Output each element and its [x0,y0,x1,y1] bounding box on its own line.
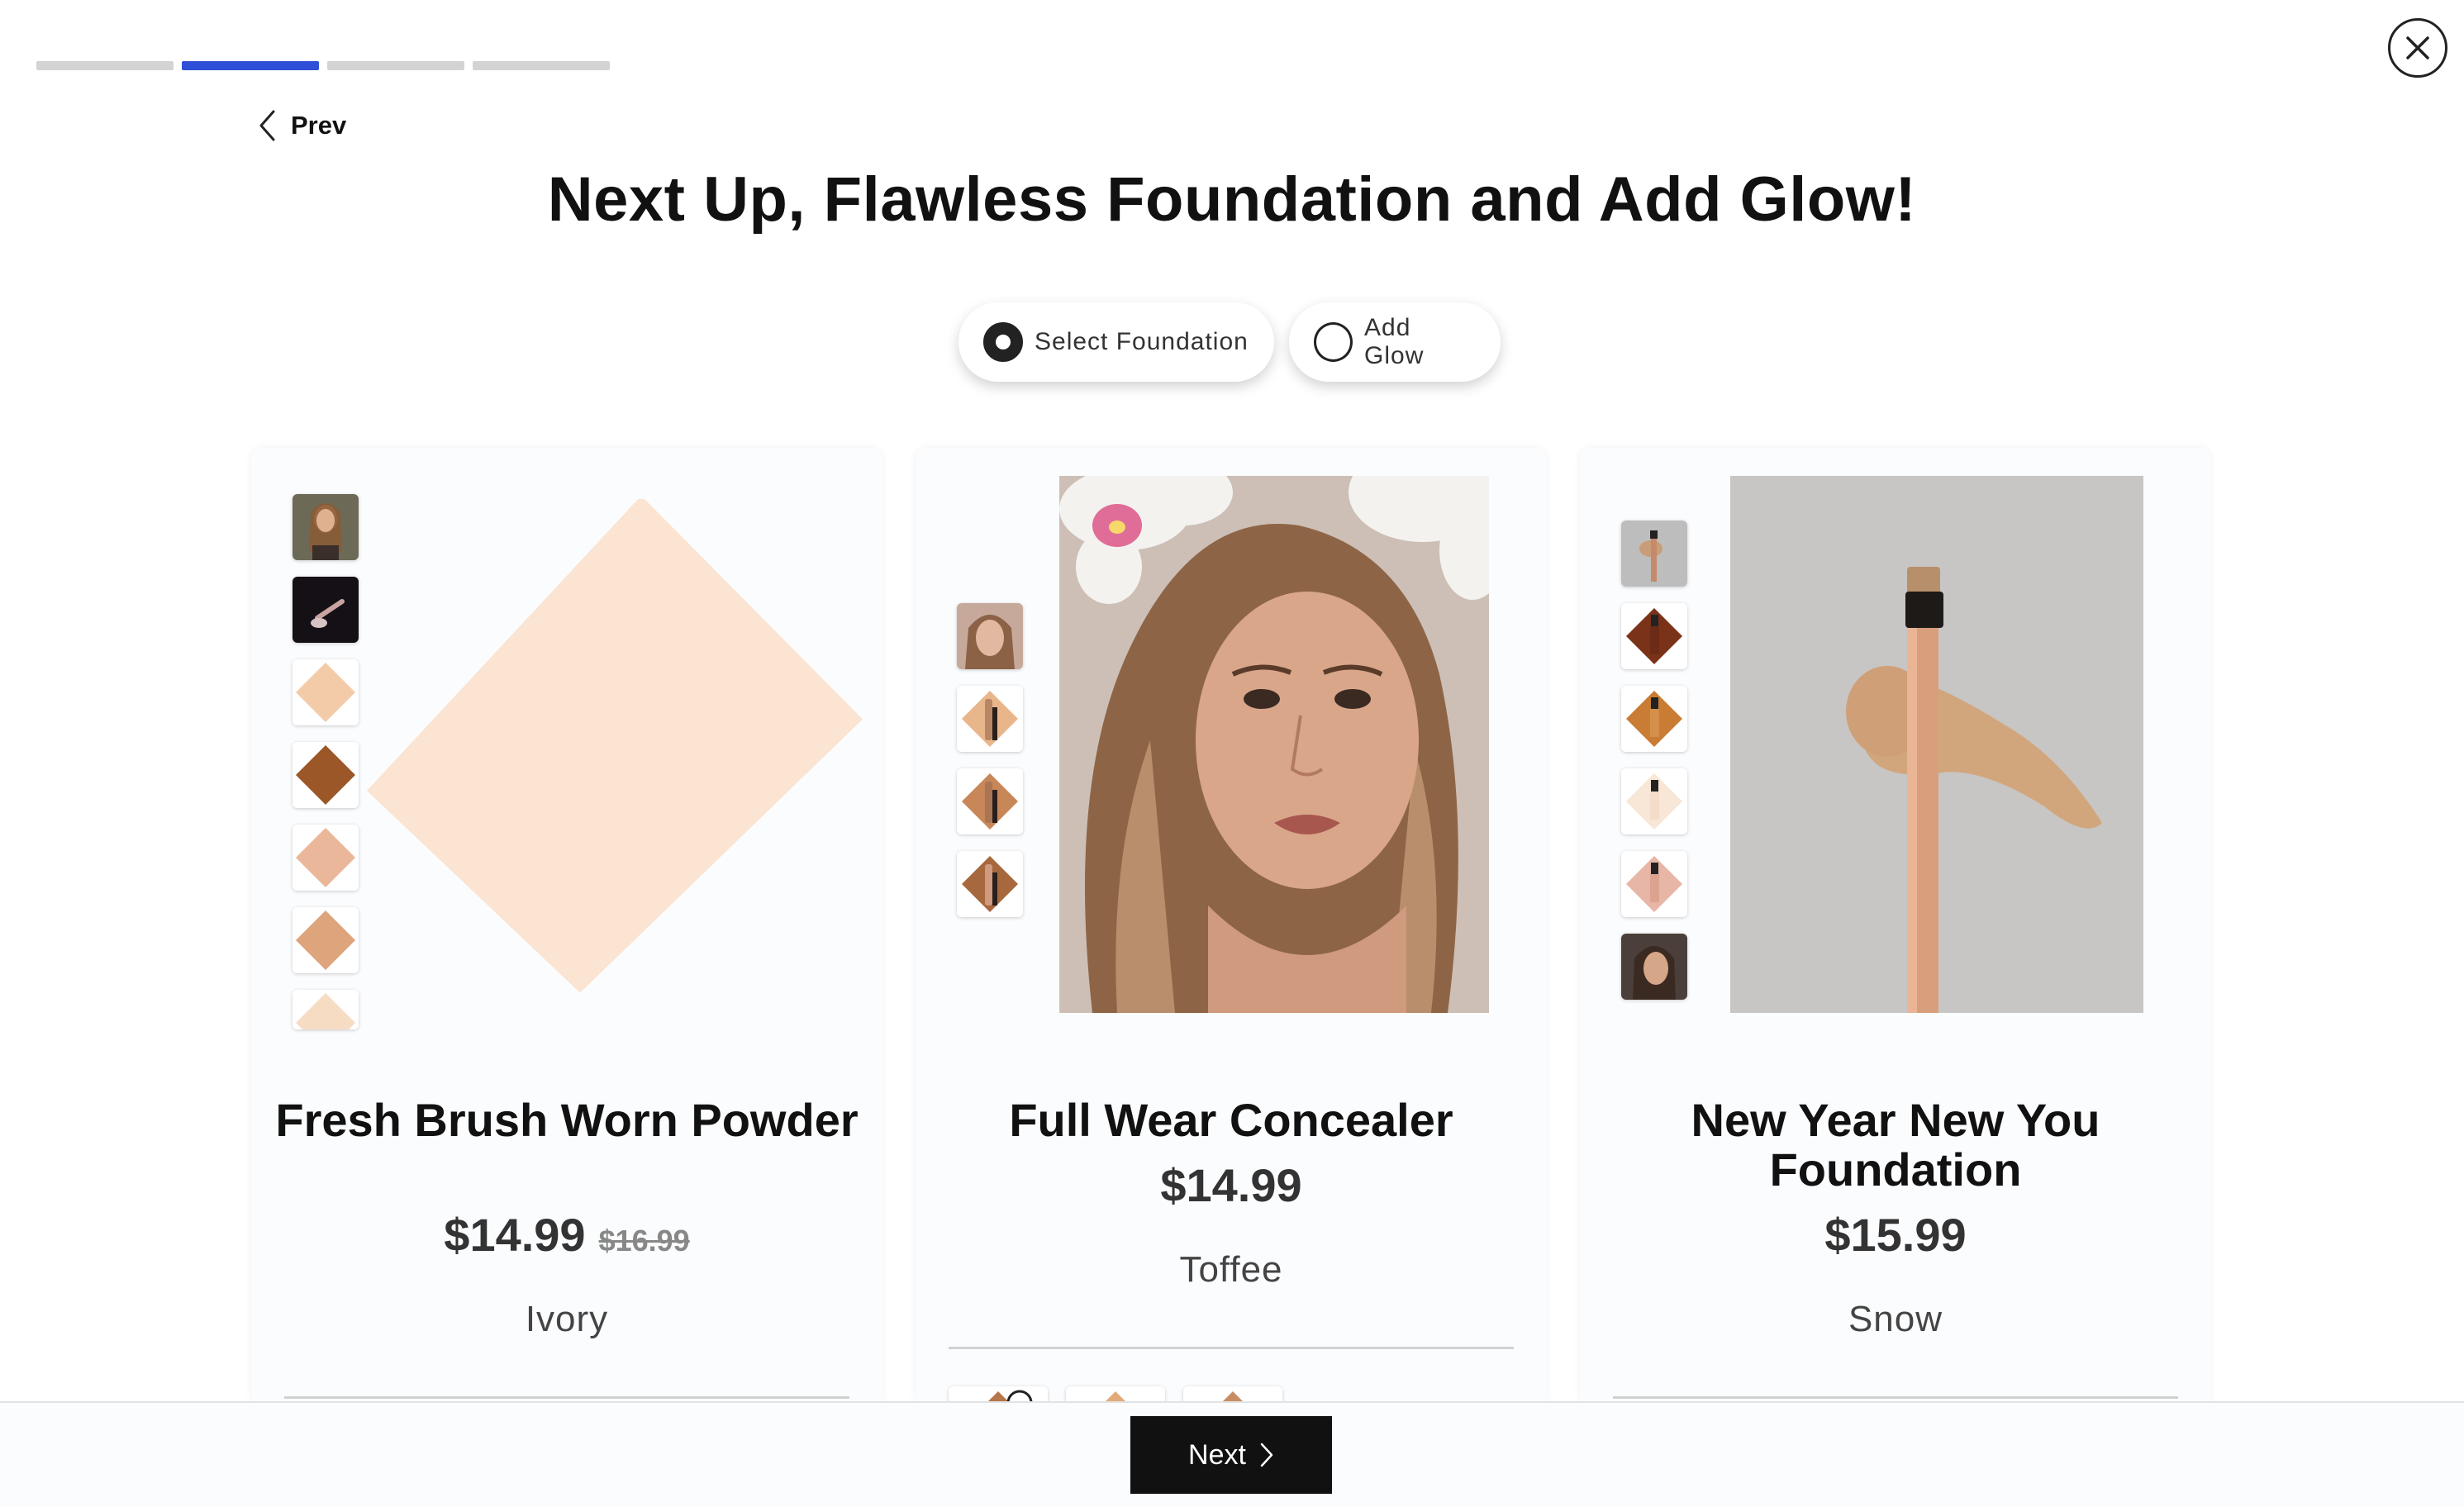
progress-step-1 [36,61,174,70]
product-shade: Toffee [1179,1249,1283,1290]
product-name: Fresh Brush Worn Powder [275,1094,859,1146]
thumbnail-bottle-pink[interactable] [1621,851,1687,917]
close-button[interactable] [2388,18,2447,78]
thumbnail-swatch-peach[interactable] [293,825,359,891]
progress-step-3 [327,61,464,70]
footer-bar: Next [0,1401,2464,1507]
toggle-label: Add Glow [1364,314,1425,369]
thumbnail-list [293,494,359,1029]
radio-selected-icon [983,322,1023,362]
thumbnail-brush-photo[interactable] [1621,521,1687,587]
product-original-price: $16.99 [598,1224,690,1257]
product-shade: Snow [1848,1299,1943,1339]
thumbnail-list [957,603,1023,917]
product-card[interactable]: Fresh Brush Worn Powder $14.99 $16.99 Ivo… [251,448,882,1406]
thumbnail-concealer-tube-dark[interactable] [957,768,1023,834]
product-shade: Ivory [525,1299,609,1339]
thumbnail-list [1621,521,1687,1000]
toggle-label: Select Foundation [1035,328,1249,355]
price-row: $14.99 [916,1158,1547,1212]
next-button[interactable]: Next [1130,1416,1332,1494]
select-foundation-toggle[interactable]: Select Foundation [958,302,1274,382]
progress-step-4 [473,61,610,70]
thumbnail-bottle-tan[interactable] [1621,686,1687,752]
thumbnail-bottle-ivory[interactable] [1621,768,1687,834]
product-main-image [367,499,863,993]
product-main-image [1059,476,1489,1013]
prev-label: Prev [291,111,347,140]
next-label: Next [1188,1438,1246,1471]
radio-unselected-icon [1314,322,1353,362]
thumbnail-concealer-tube-brown[interactable] [957,851,1023,917]
card-divider [1613,1396,2178,1399]
progress-step-2 [182,61,319,70]
product-main-image [1730,476,2143,1013]
chevron-left-icon [259,110,275,141]
product-price: $14.99 [1160,1159,1302,1211]
thumbnail-model-photo[interactable] [1621,934,1687,1000]
card-divider [949,1347,1514,1349]
close-icon [2406,36,2429,59]
product-name: Full Wear Concealer [1009,1094,1453,1146]
thumbnail-swatch-tan[interactable] [293,907,359,973]
thumbnail-swatch-light[interactable] [293,990,359,1029]
page-title: Next Up, Flawless Foundation and Add Glo… [547,164,1917,235]
thumbnail-model-photo[interactable] [293,494,359,560]
price-row: $15.99 [1580,1208,2211,1262]
progress-bar [36,61,610,70]
thumbnail-swatch-light-peach[interactable] [293,659,359,725]
product-name: New Year New You Foundation [1691,1094,2100,1196]
thumbnail-brush-photo[interactable] [293,577,359,643]
thumbnail-swatch-brown[interactable] [293,742,359,808]
thumbnail-concealer-tube[interactable] [957,686,1023,752]
card-divider [284,1396,849,1399]
prev-button[interactable]: Prev [258,109,346,142]
product-price: $15.99 [1824,1209,1967,1261]
thumbnail-bottle-dark[interactable] [1621,603,1687,669]
chevron-right-icon [1260,1443,1273,1467]
product-card[interactable]: Full Wear Concealer $14.99 Toffee [916,448,1547,1406]
add-glow-toggle[interactable]: Add Glow [1289,302,1501,382]
price-row: $14.99 $16.99 [251,1208,882,1262]
product-price: $14.99 [444,1209,586,1261]
step-toggle-group: Select Foundation Add Glow [0,302,2464,382]
product-card[interactable]: New Year New You Foundation $15.99 Snow [1580,448,2211,1406]
thumbnail-model-photo[interactable] [957,603,1023,669]
